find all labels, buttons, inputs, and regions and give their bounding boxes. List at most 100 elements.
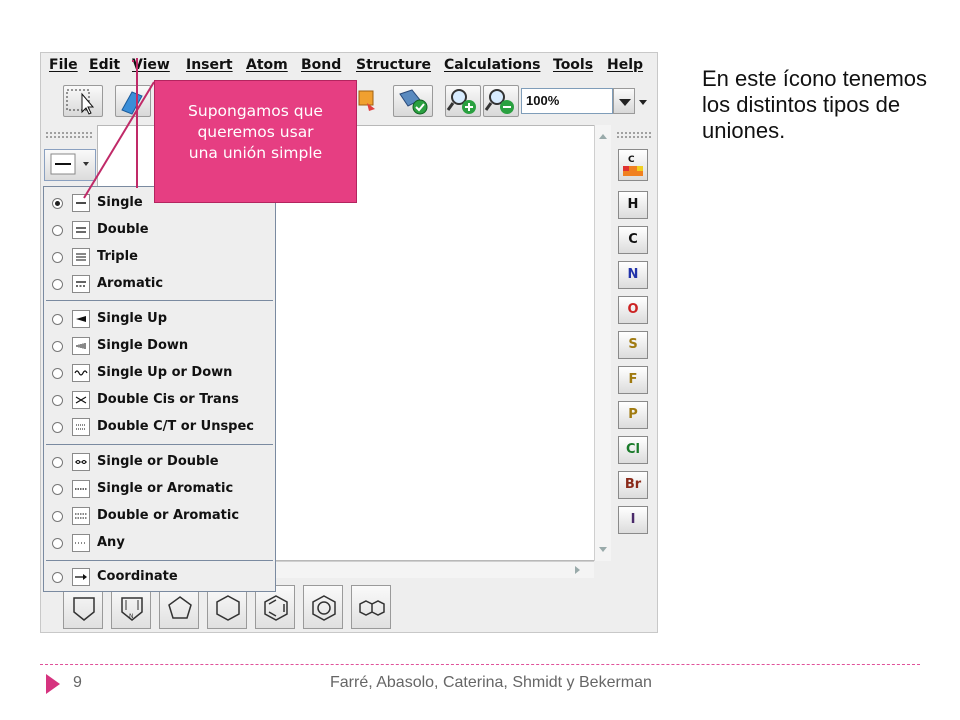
zoom-in-icon xyxy=(446,89,476,114)
radio-button[interactable] xyxy=(52,511,63,522)
atom-button-n[interactable]: N xyxy=(618,261,648,289)
radio-button[interactable] xyxy=(52,457,63,468)
coordinate-bond-icon xyxy=(72,568,90,586)
callout-line-2: queremos usar xyxy=(197,123,314,141)
atom-button-c[interactable]: C xyxy=(618,226,648,254)
radio-button[interactable] xyxy=(52,538,63,549)
atom-button-br[interactable]: Br xyxy=(618,471,648,499)
atom-label-i: I xyxy=(630,512,636,527)
menu-structure[interactable]: Structure xyxy=(356,57,431,73)
radio-button[interactable] xyxy=(52,422,63,433)
radio-button[interactable] xyxy=(52,252,63,263)
zoom-level-field[interactable]: 100% xyxy=(521,88,613,114)
bond-option-any[interactable]: Any xyxy=(44,530,275,557)
toolbar-overflow-caret[interactable] xyxy=(639,100,647,105)
menu-file[interactable]: File xyxy=(49,57,78,73)
bond-option-label: Single or Double xyxy=(97,454,219,469)
callout-pointer-tip xyxy=(132,60,134,62)
footer-arrow-icon xyxy=(46,674,60,694)
menu-bar: File Edit View Insert Atom Bond Structur… xyxy=(41,53,657,79)
bond-option-label: Triple xyxy=(97,249,138,264)
menu-edit[interactable]: Edit xyxy=(89,57,120,73)
insert-tool-button[interactable] xyxy=(357,85,379,117)
hexagon-icon xyxy=(216,595,240,621)
wedge-bond-icon xyxy=(72,310,90,328)
menu-tools[interactable]: Tools xyxy=(553,57,593,73)
atom-button-i[interactable]: I xyxy=(618,506,648,534)
bond-option-double-ct-unspec[interactable]: Double C/T or Unspec xyxy=(44,414,275,441)
zoom-dropdown-button[interactable] xyxy=(613,88,635,114)
radio-button[interactable] xyxy=(52,484,63,495)
bond-option-triple[interactable]: Triple xyxy=(44,244,275,271)
radio-selected[interactable] xyxy=(52,198,63,209)
bond-option-label: Single Up or Down xyxy=(97,365,233,380)
ring-template-aromatic[interactable] xyxy=(303,585,343,629)
periodic-table-button[interactable]: C xyxy=(618,149,648,181)
vertical-scrollbar[interactable] xyxy=(594,125,611,561)
bond-option-aromatic[interactable]: Aromatic xyxy=(44,271,275,298)
menu-insert[interactable]: Insert xyxy=(186,57,233,73)
zoom-out-icon xyxy=(484,89,514,114)
double-bond-icon xyxy=(72,221,90,239)
atom-button-o[interactable]: O xyxy=(618,296,648,324)
atom-label-f: F xyxy=(628,372,638,387)
menu-atom[interactable]: Atom xyxy=(246,57,288,73)
atom-button-s[interactable]: S xyxy=(618,331,648,359)
menu-help[interactable]: Help xyxy=(607,57,643,73)
bond-option-double-cis-trans[interactable]: Double Cis or Trans xyxy=(44,387,275,414)
scroll-arrows-icon xyxy=(599,134,607,552)
radio-button[interactable] xyxy=(52,572,63,583)
zoom-out-button[interactable] xyxy=(483,85,519,117)
bond-option-coordinate[interactable]: Coordinate xyxy=(44,564,275,591)
bond-option-label: Double or Aromatic xyxy=(97,508,240,523)
atom-button-cl[interactable]: Cl xyxy=(618,436,648,464)
aromatic-ring-icon xyxy=(312,595,336,621)
menu-calculations[interactable]: Calculations xyxy=(444,57,540,73)
atom-button-f[interactable]: F xyxy=(618,366,648,394)
atom-button-h[interactable]: H xyxy=(618,191,648,219)
pentagon-ring-icon xyxy=(73,597,95,621)
bond-option-single-up-or-down[interactable]: Single Up or Down xyxy=(44,360,275,387)
bond-option-double-or-aromatic[interactable]: Double or Aromatic xyxy=(44,503,275,530)
atom-label-h: H xyxy=(627,197,639,212)
single-or-aromatic-bond-icon xyxy=(72,480,90,498)
bond-option-double[interactable]: Double xyxy=(44,217,275,244)
triple-bond-icon xyxy=(72,248,90,266)
menu-bond[interactable]: Bond xyxy=(301,57,341,73)
callout-line-1: Supongamos que xyxy=(188,102,323,120)
ring-template-naphthalene[interactable] xyxy=(351,585,391,629)
svg-text:C: C xyxy=(628,155,635,165)
bond-option-label: Single or Aromatic xyxy=(97,481,234,496)
hashed-bond-icon xyxy=(72,337,90,355)
callout-line-3: una unión simple xyxy=(188,144,323,162)
double-or-aromatic-bond-icon xyxy=(72,507,90,525)
radio-button[interactable] xyxy=(52,314,63,325)
menu-separator xyxy=(46,560,273,561)
aromatic-bond-icon xyxy=(72,275,90,293)
explanation-note: En este ícono tenemos los distintos tipo… xyxy=(702,66,928,143)
bond-type-menu: Single Double Triple Aromatic Single Up … xyxy=(43,186,276,592)
bond-option-single-or-double[interactable]: Single or Double xyxy=(44,449,275,476)
atom-label-n: N xyxy=(627,267,639,282)
radio-button[interactable] xyxy=(52,279,63,290)
bond-option-single-or-aromatic[interactable]: Single or Aromatic xyxy=(44,476,275,503)
pyrrole-ring-icon: N xyxy=(121,597,143,621)
zoom-in-button[interactable] xyxy=(445,85,481,117)
bond-option-single-up[interactable]: Single Up xyxy=(44,306,275,333)
clean-check-icon xyxy=(399,89,428,115)
bond-option-label: Coordinate xyxy=(97,569,178,584)
radio-button[interactable] xyxy=(52,341,63,352)
bond-option-single-down[interactable]: Single Down xyxy=(44,333,275,360)
clean-structure-button[interactable] xyxy=(393,85,433,117)
menu-separator xyxy=(46,300,273,301)
atom-label-cl: Cl xyxy=(626,442,640,457)
atom-button-p[interactable]: P xyxy=(618,401,648,429)
periodic-table-icon: C xyxy=(623,155,643,176)
radio-button[interactable] xyxy=(52,368,63,379)
radio-button[interactable] xyxy=(52,395,63,406)
radio-button[interactable] xyxy=(52,225,63,236)
bond-option-label: Double Cis or Trans xyxy=(97,392,239,407)
atom-label-s: S xyxy=(628,337,638,352)
bond-option-label: Double xyxy=(97,222,149,237)
ct-unspec-bond-icon xyxy=(72,418,90,436)
